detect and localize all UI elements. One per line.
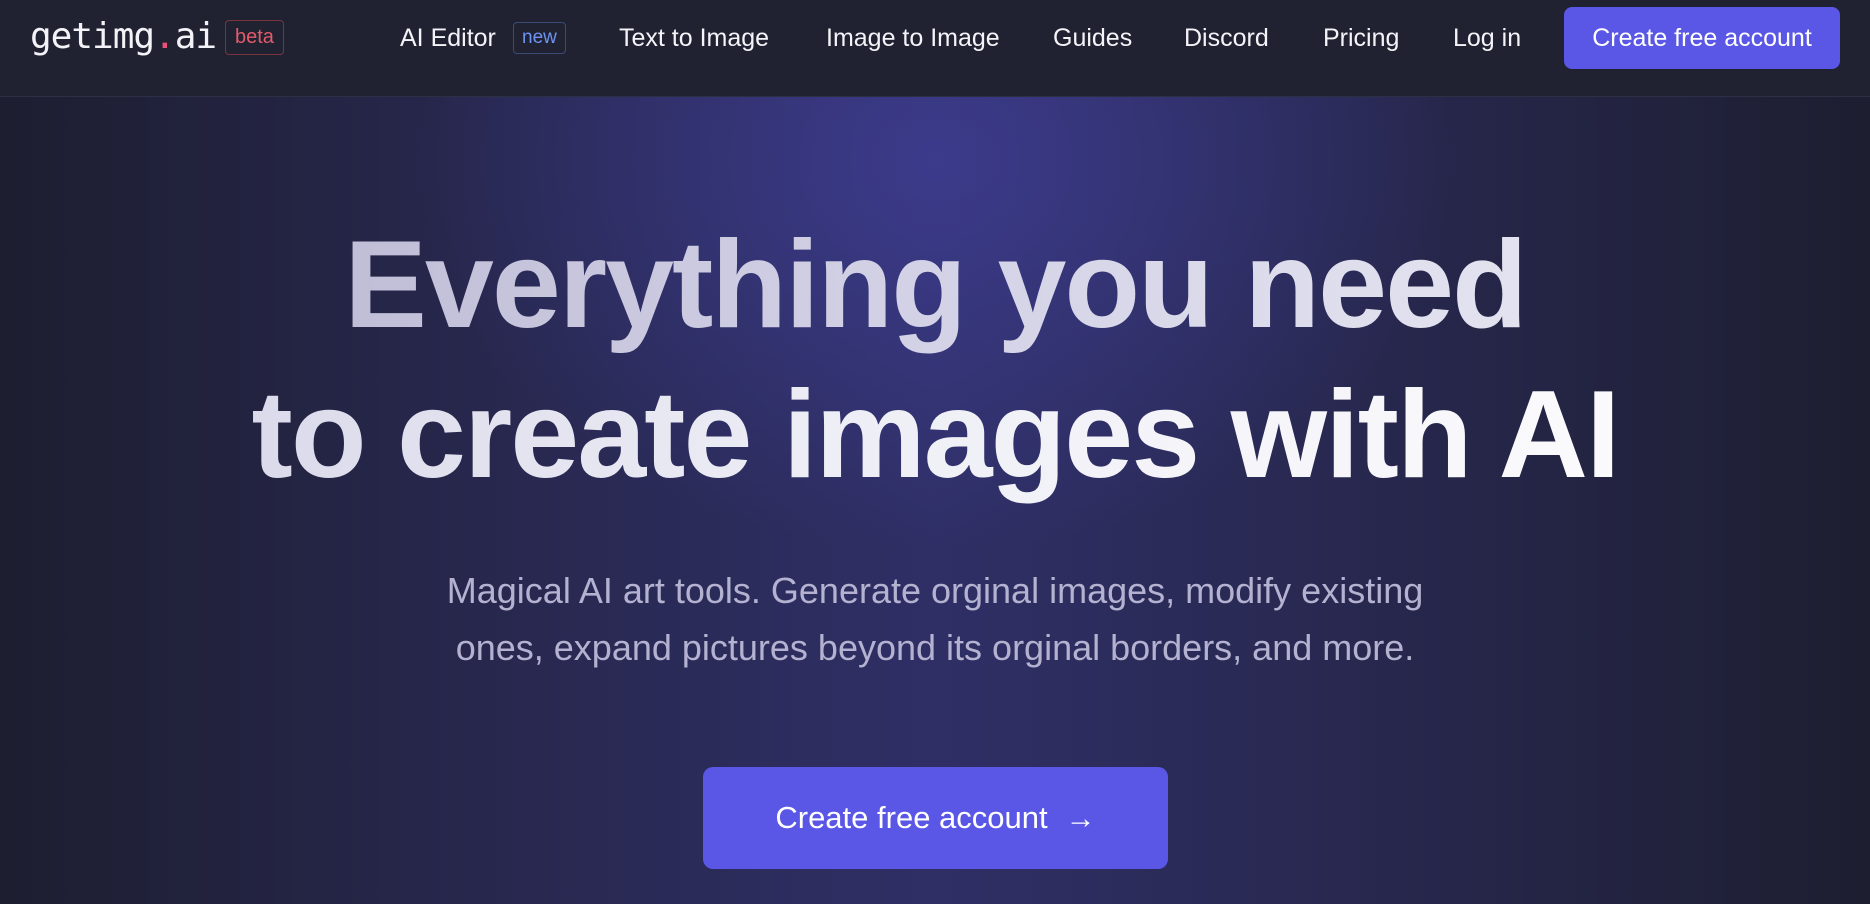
nav-image-to-image[interactable]: Image to Image <box>826 20 1000 56</box>
nav-log-in[interactable]: Log in <box>1453 20 1521 56</box>
nav-text-to-image[interactable]: Text to Image <box>619 20 769 56</box>
header-create-account-button[interactable]: Create free account <box>1564 7 1840 69</box>
hero-headline-line-1: Everything you need <box>0 210 1870 360</box>
new-badge: new <box>513 22 566 54</box>
hero-headline-line-2: to create images with AI <box>0 360 1870 510</box>
beta-badge: beta <box>225 20 284 55</box>
hero-headline: Everything you need to create images wit… <box>0 210 1870 510</box>
logo-tld: ai <box>174 16 217 57</box>
nav-guides[interactable]: Guides <box>1053 20 1132 56</box>
hero-subtitle-line-2: ones, expand pictures beyond its orginal… <box>455 627 1415 668</box>
hero-subtitle: Magical AI art tools. Generate orginal i… <box>385 562 1485 676</box>
hero-subtitle-line-1: Magical AI art tools. Generate orginal i… <box>446 570 1424 611</box>
logo-dot: . <box>154 16 176 57</box>
page: getimg.ai beta AI Editor new Text to Ima… <box>0 0 1870 904</box>
logo-name: getimg <box>30 16 155 57</box>
nav-ai-editor[interactable]: AI Editor <box>400 20 496 56</box>
nav-discord[interactable]: Discord <box>1184 20 1269 56</box>
arrow-right-icon: → <box>1065 802 1096 835</box>
hero-create-account-button[interactable]: Create free account → <box>703 767 1168 869</box>
hero-cta-label: Create free account <box>775 800 1048 835</box>
nav-pricing[interactable]: Pricing <box>1323 20 1399 56</box>
logo[interactable]: getimg.ai <box>30 15 217 59</box>
top-navigation-bar: getimg.ai beta AI Editor new Text to Ima… <box>0 0 1870 97</box>
